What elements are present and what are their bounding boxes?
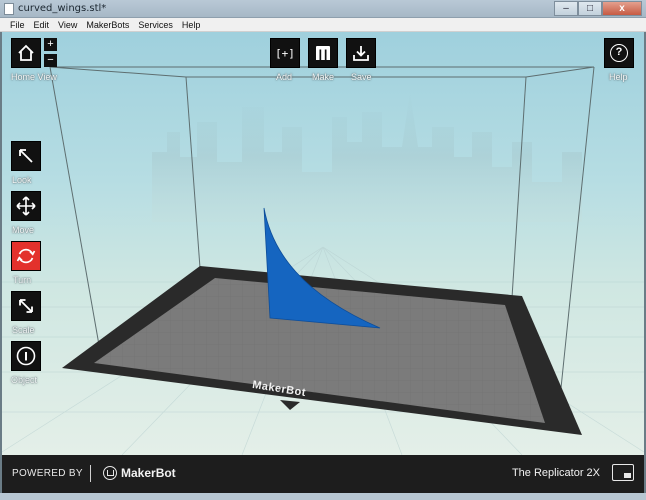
make-button[interactable]: [308, 38, 338, 68]
title-bar: curved_wings.stl* – □ x: [0, 0, 646, 18]
build-plate: [62, 266, 582, 435]
move-tool-button[interactable]: [11, 191, 41, 221]
zoom-in-button[interactable]: +: [44, 38, 57, 51]
help-button[interactable]: ?: [604, 38, 634, 68]
info-icon: [16, 346, 36, 366]
zoom-out-button[interactable]: −: [44, 54, 57, 67]
menu-help[interactable]: Help: [178, 18, 206, 31]
makerbot-logo-icon: [103, 466, 117, 480]
scale-tool-button[interactable]: [11, 291, 41, 321]
save-button[interactable]: [346, 38, 376, 68]
rotate-icon: [16, 248, 36, 264]
skyline-backdrop: [152, 92, 582, 222]
help-label: Help: [609, 72, 628, 82]
scale-tool-label: Scale: [12, 325, 35, 335]
window-controls: – □ x: [554, 1, 642, 16]
footer-brand: MakerBot: [121, 466, 176, 480]
add-label: Add: [276, 72, 293, 82]
makerbot-m-icon: [316, 46, 330, 60]
menu-file[interactable]: File: [6, 18, 30, 31]
menu-services[interactable]: Services: [134, 18, 178, 31]
footer-bar: POWERED BY MakerBot The Replicator 2X: [2, 455, 644, 493]
menu-view[interactable]: View: [54, 18, 82, 31]
help-icon: ?: [610, 44, 628, 62]
move-tool-label: Move: [12, 225, 35, 235]
turn-tool-button[interactable]: [11, 241, 41, 271]
home-view-button[interactable]: [11, 38, 41, 68]
save-label: Save: [351, 72, 372, 82]
footer-divider: [90, 465, 91, 482]
scene-canvas: [2, 66, 644, 455]
turn-tool-label: Turn: [13, 275, 32, 285]
document-icon: [4, 3, 14, 15]
object-tool-button[interactable]: [11, 341, 41, 371]
move-arrows-icon: [16, 196, 36, 216]
object-tool-label: Object: [11, 375, 38, 385]
look-tool-label: Look: [12, 175, 32, 185]
minimize-button[interactable]: –: [554, 1, 578, 16]
home-icon: [18, 44, 34, 61]
scale-arrow-icon: [19, 299, 33, 313]
menu-edit[interactable]: Edit: [30, 18, 55, 31]
close-button[interactable]: x: [602, 1, 642, 16]
window-title: curved_wings.stl*: [18, 3, 107, 14]
add-button[interactable]: [+]: [270, 38, 300, 68]
add-icon: [+]: [275, 46, 295, 60]
diagonal-arrow-icon: [19, 149, 33, 163]
powered-by-text: POWERED BY: [12, 468, 83, 479]
home-view-label: Home View: [11, 72, 57, 82]
look-tool-button[interactable]: [11, 141, 41, 171]
printer-name[interactable]: The Replicator 2X: [512, 467, 600, 479]
make-label: Make: [312, 72, 335, 82]
printer-panel-icon[interactable]: [612, 464, 634, 481]
build-viewport[interactable]: MakerBot + − Home View [+] Add Make Save…: [2, 32, 644, 455]
window-bottom-edge: [0, 493, 646, 500]
menu-bar: File Edit View MakerBots Services Help: [0, 18, 646, 32]
menu-makerbots[interactable]: MakerBots: [82, 18, 134, 31]
maximize-button[interactable]: □: [578, 1, 602, 16]
download-icon: [353, 46, 369, 61]
